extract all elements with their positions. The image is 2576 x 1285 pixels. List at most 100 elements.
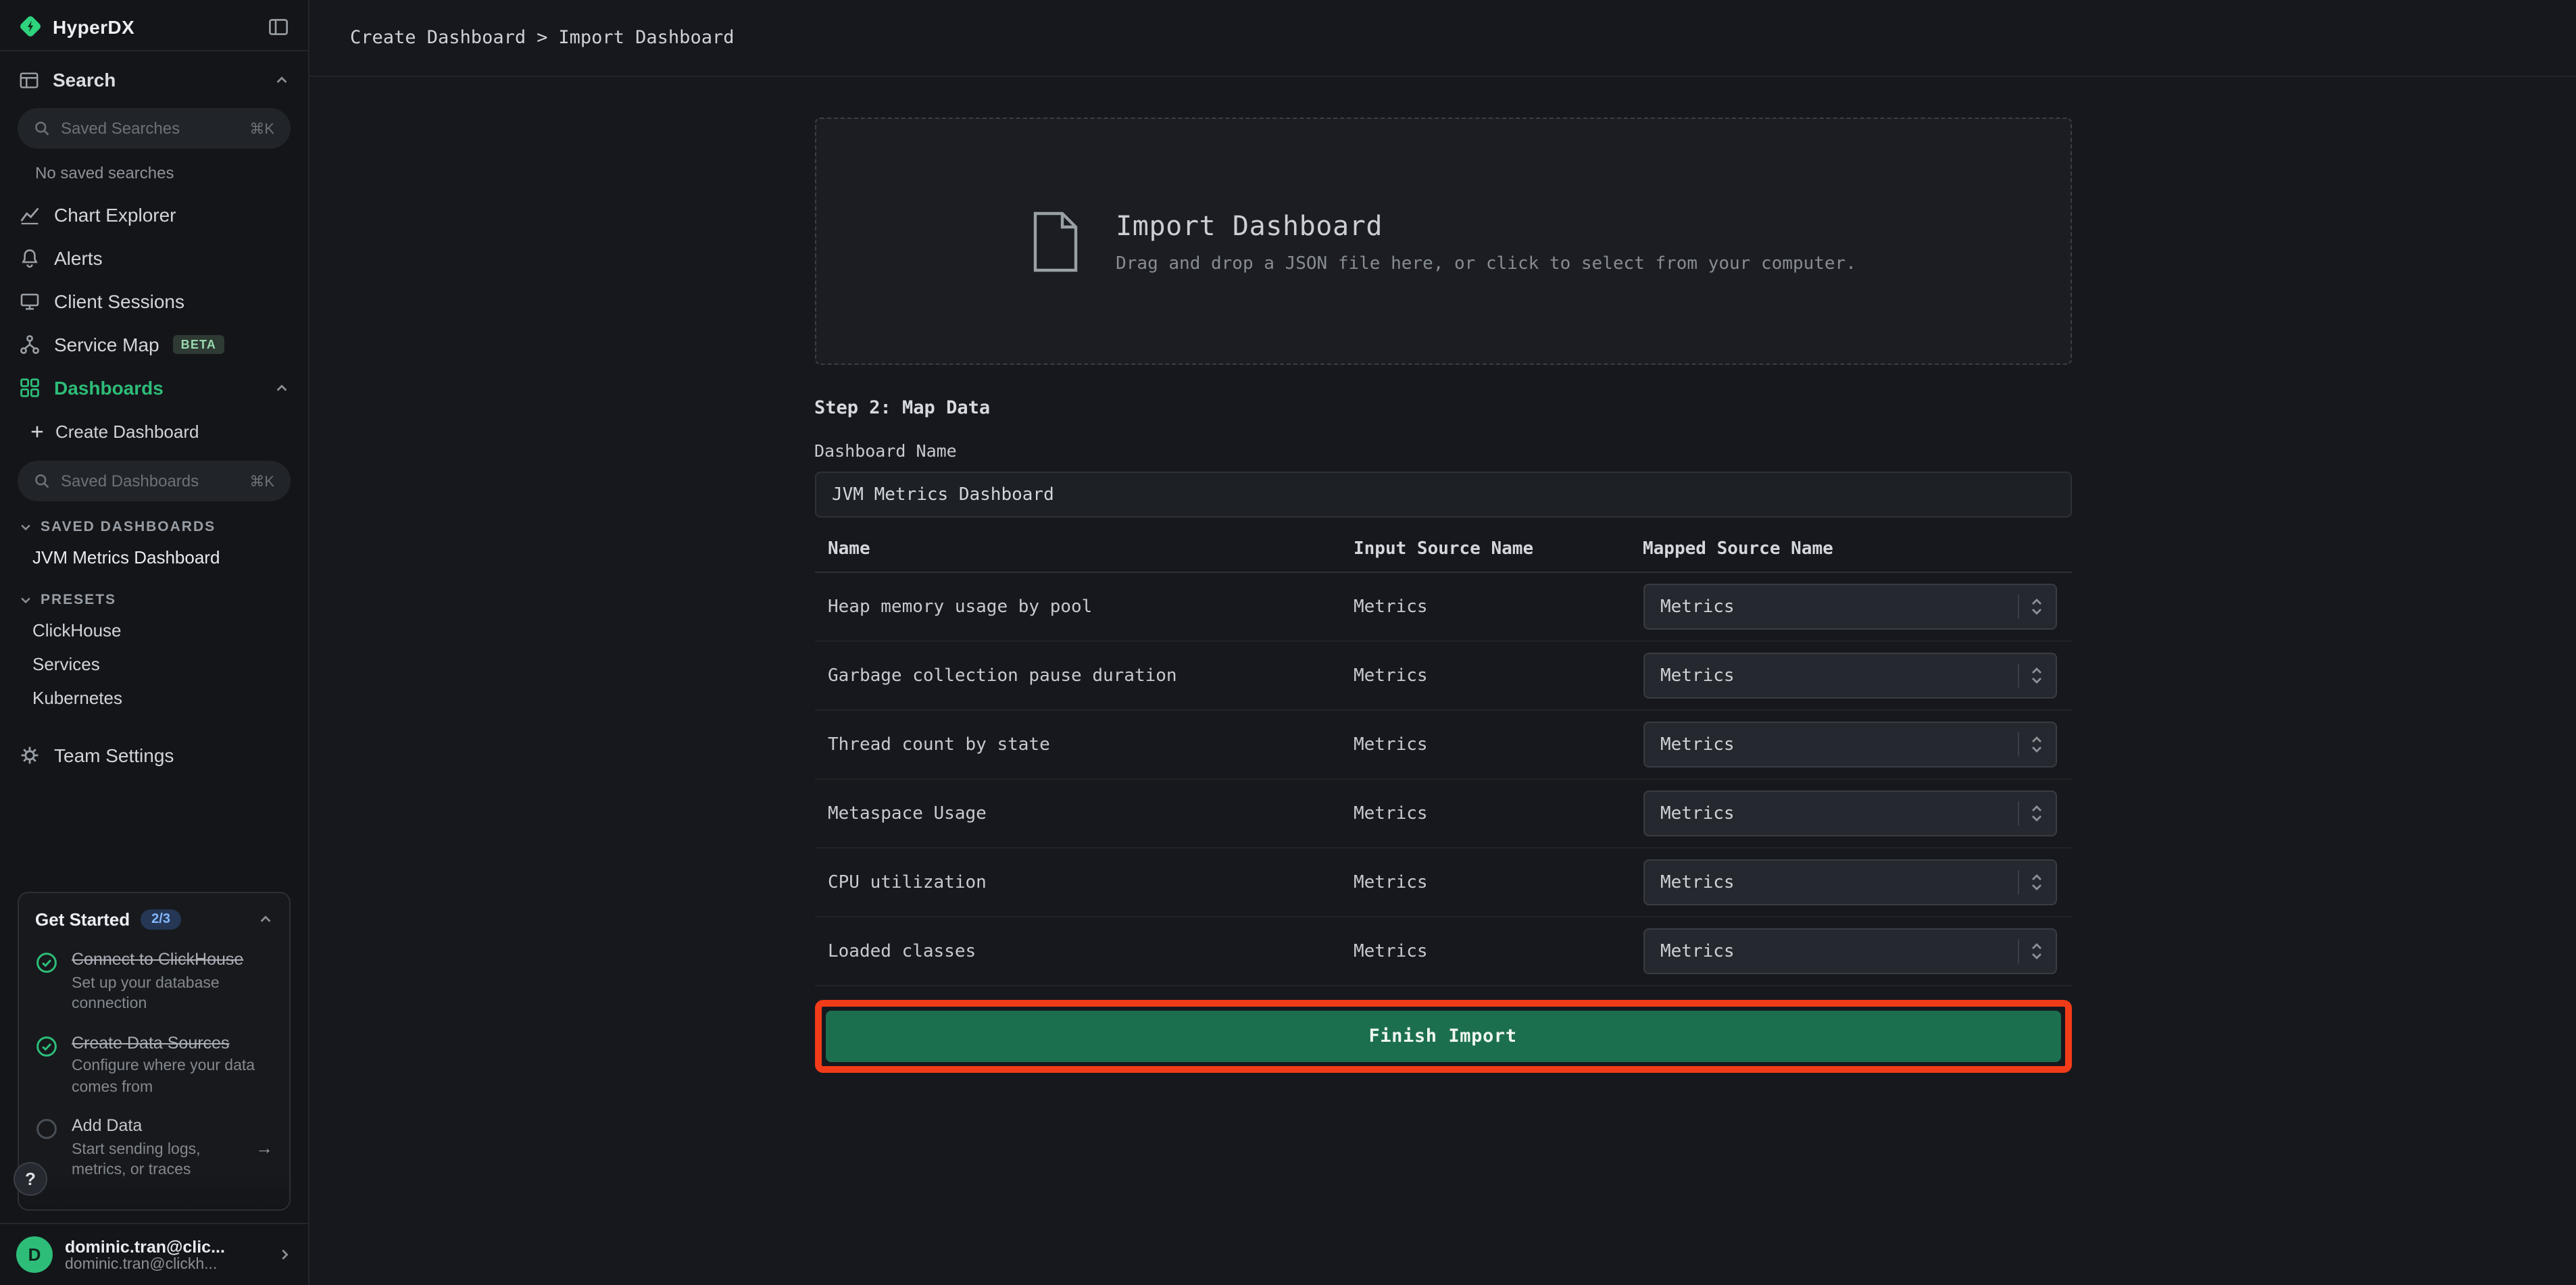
create-dashboard-label: Create Dashboard [55,422,199,442]
chevron-down-icon [19,520,32,534]
task-connect-clickhouse[interactable]: Connect to ClickHouse Set up your databa… [19,938,289,1021]
row-name: Loaded classes [814,941,1354,961]
saved-searches-placeholder: Saved Searches [61,119,239,138]
search-icon [34,473,50,489]
get-started-card: Get Started 2/3 Connect to ClickHouse Se… [18,892,291,1211]
select-value: Metrics [1660,734,1735,755]
content: Import Dashboard Drag and drop a JSON fi… [309,77,2576,1285]
sidebar-item-chart-explorer[interactable]: Chart Explorer [0,193,308,236]
sidebar-nav: Chart Explorer Alerts Client Sessions Se… [0,193,308,409]
sidebar-item-dashboards[interactable]: Dashboards [0,366,308,409]
row-input-source: Metrics [1354,941,1643,961]
row-name: CPU utilization [814,872,1354,892]
sidebar-item-client-sessions[interactable]: Client Sessions [0,280,308,323]
row-input-source: Metrics [1354,734,1643,755]
select-value: Metrics [1660,872,1735,892]
app-window: HyperDX Search Saved Searches ⌘K No save… [0,0,2576,1285]
import-dropzone[interactable]: Import Dashboard Drag and drop a JSON fi… [814,118,2071,365]
breadcrumb: Create Dashboard > Import Dashboard [309,0,2576,77]
dropzone-subtitle: Drag and drop a JSON file here, or click… [1116,253,1856,274]
task-add-data[interactable]: Add Data Start sending logs, metrics, or… [19,1104,289,1187]
user-name: dominic.tran@clic... [65,1237,265,1256]
user-menu[interactable]: D dominic.tran@clic... dominic.tran@clic… [0,1223,308,1285]
search-icon [34,120,50,136]
task-title: Add Data [72,1115,242,1137]
collapse-sidebar-icon[interactable] [268,16,289,37]
mapped-source-select[interactable]: Metrics [1643,790,2056,836]
no-saved-searches-text: No saved searches [0,149,308,185]
sidebar-section-search[interactable]: Search [0,51,308,99]
empty-circle-icon [35,1117,58,1140]
chevron-up-icon [274,72,289,87]
sidebar-item-team-settings[interactable]: Team Settings [0,734,308,777]
task-subtitle: Start sending logs, metrics, or traces [72,1140,242,1182]
get-started-header[interactable]: Get Started 2/3 [19,893,289,938]
mapped-source-select[interactable]: Metrics [1643,584,2056,630]
sidebar-item-service-map[interactable]: Service Map BETA [0,323,308,366]
file-icon [1029,210,1081,272]
select-value: Metrics [1660,803,1735,824]
sidebar-item-label: Chart Explorer [54,204,176,226]
row-input-source: Metrics [1354,803,1643,824]
brand[interactable]: HyperDX [19,15,134,38]
dashboard-name-input[interactable]: JVM Metrics Dashboard [814,472,2071,518]
mapped-source-select[interactable]: Metrics [1643,928,2056,974]
breadcrumb-separator: > [537,27,547,49]
monitor-icon [19,291,41,312]
sidebar-item-kubernetes[interactable]: Kubernetes [0,681,308,715]
dashboard-name-value: JVM Metrics Dashboard [832,484,1054,505]
group-title: PRESETS [41,592,116,608]
chevron-up-icon [258,912,273,927]
table-header-row: Name Input Source Name Mapped Source Nam… [814,539,2071,573]
row-input-source: Metrics [1354,597,1643,617]
search-section-label: Search [53,69,261,91]
sidebar-item-label: Service Map [54,334,159,355]
sidebar-item-label: Dashboards [54,377,164,399]
column-header-mapped-source: Mapped Source Name [1643,539,2071,559]
saved-dashboards-group-header[interactable]: SAVED DASHBOARDS [0,501,308,540]
mapped-source-select[interactable]: Metrics [1643,859,2056,905]
shortcut-badge: ⌘K [249,472,274,490]
row-name: Metaspace Usage [814,803,1354,824]
row-name: Thread count by state [814,734,1354,755]
sidebar-item-alerts[interactable]: Alerts [0,236,308,280]
breadcrumb-create-dashboard[interactable]: Create Dashboard [350,27,526,49]
sidebar: HyperDX Search Saved Searches ⌘K No save… [0,0,309,1285]
chart-explorer-icon [19,204,41,226]
finish-import-button[interactable]: Finish Import [825,1011,2060,1062]
dropzone-title: Import Dashboard [1116,209,1856,241]
select-value: Metrics [1660,941,1735,961]
mapped-source-select[interactable]: Metrics [1643,653,2056,699]
presets-group-header[interactable]: PRESETS [0,574,308,613]
sidebar-item-clickhouse[interactable]: ClickHouse [0,613,308,647]
gear-icon [19,745,41,766]
team-settings-label: Team Settings [54,745,174,766]
saved-searches-input[interactable]: Saved Searches ⌘K [18,108,291,149]
task-title: Connect to ClickHouse [72,949,273,971]
sidebar-bottom: Get Started 2/3 Connect to ClickHouse Se… [0,892,308,1285]
dashboards-grid-icon [19,377,41,399]
bell-icon [19,247,41,269]
chevron-right-icon [277,1247,292,1262]
table-row: Loaded classes Metrics Metrics [814,917,2071,986]
column-header-name: Name [814,539,1354,559]
hyperdx-logo-icon [19,15,42,38]
sidebar-item-services[interactable]: Services [0,647,308,681]
group-title: SAVED DASHBOARDS [41,519,216,535]
select-value: Metrics [1660,597,1735,617]
row-input-source: Metrics [1354,872,1643,892]
logo-row: HyperDX [0,0,308,50]
row-input-source: Metrics [1354,665,1643,686]
mapping-table: Name Input Source Name Mapped Source Nam… [814,539,2071,986]
selector-chevrons-icon [2028,942,2044,961]
create-dashboard-button[interactable]: Create Dashboard [0,409,308,451]
task-create-data-sources[interactable]: Create Data Sources Configure where your… [19,1021,289,1104]
sidebar-item-jvm-metrics-dashboard[interactable]: JVM Metrics Dashboard [0,540,308,574]
table-row: Heap memory usage by pool Metrics Metric… [814,573,2071,642]
mapped-source-select[interactable]: Metrics [1643,722,2056,767]
help-button[interactable]: ? [14,1162,47,1196]
check-circle-icon [35,1034,58,1057]
task-subtitle: Configure where your data comes from [72,1057,273,1099]
avatar: D [16,1236,53,1273]
saved-dashboards-input[interactable]: Saved Dashboards ⌘K [18,461,291,501]
